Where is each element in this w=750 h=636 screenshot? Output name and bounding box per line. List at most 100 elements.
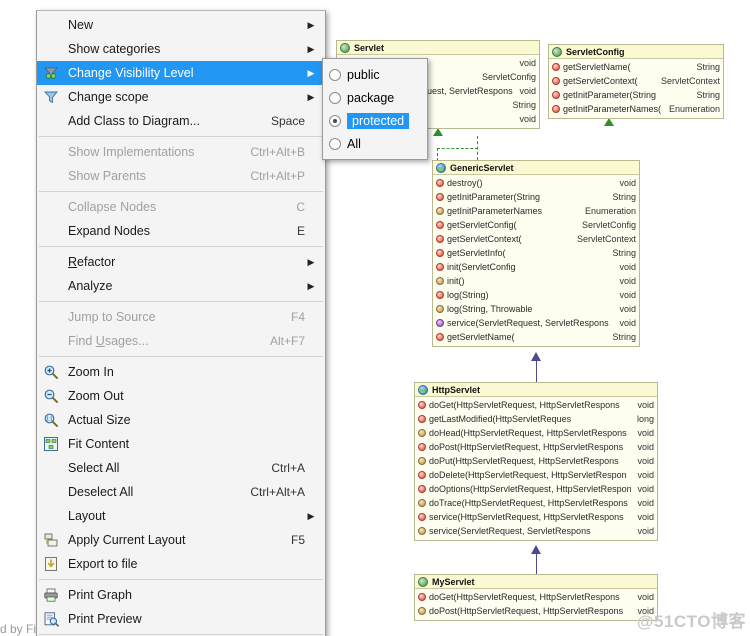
uml-member-row[interactable]: doGet(HttpServletRequest, HttpServletRes…: [415, 590, 657, 604]
menu-item-add-class-to-diagram[interactable]: Add Class to Diagram... Space: [37, 109, 325, 133]
fit-content-icon: [39, 433, 63, 455]
menu-item-layout[interactable]: Layout ▶: [37, 504, 325, 528]
menu-item-refactor[interactable]: Refactor ▶: [37, 250, 325, 274]
menu-item-change-visibility-level[interactable]: Change Visibility Level ▶: [37, 61, 325, 85]
menu-item-zoom-out[interactable]: Zoom Out: [37, 384, 325, 408]
radio-button-icon[interactable]: [329, 114, 341, 127]
menu-item-zoom-in[interactable]: Zoom In: [37, 360, 325, 384]
uml-member-list: getServletName(String getServletContext(S…: [549, 59, 723, 118]
uml-member-row[interactable]: doPost(HttpServletRequest, HttpServletRe…: [415, 440, 657, 454]
uml-member-row[interactable]: destroy() void: [433, 176, 639, 190]
uml-class-genericservlet[interactable]: GenericServlet destroy() void getInitParame…: [432, 160, 640, 347]
visibility-level-submenu[interactable]: public package protected All: [322, 58, 428, 160]
uml-member-row[interactable]: log(String, Throwable void: [433, 302, 639, 316]
uml-member-row[interactable]: doGet(HttpServletRequest, HttpServletRes…: [415, 398, 657, 412]
uml-class-httpservlet[interactable]: HttpServlet doGet(HttpServletRequest, Htt…: [414, 382, 658, 541]
menu-separator: [39, 301, 323, 302]
menu-item-icon-slot: [39, 275, 63, 297]
menu-item-deselect-all[interactable]: Deselect All Ctrl+Alt+A: [37, 480, 325, 504]
edge-httpservlet-extends-genericservlet: [536, 360, 537, 384]
uml-member-row[interactable]: getLastModified(HttpServletReques long: [415, 412, 657, 426]
method-icon: [418, 471, 426, 479]
menu-item-new[interactable]: New ▶: [37, 13, 325, 37]
uml-member-row[interactable]: doPost(HttpServletRequest, HttpServletRe…: [415, 604, 657, 618]
uml-member-row[interactable]: getInitParameterNames(Enumeration: [549, 102, 723, 116]
uml-member-row[interactable]: doPut(HttpServletRequest, HttpServletRes…: [415, 454, 657, 468]
uml-class-header[interactable]: MyServlet: [415, 575, 657, 589]
uml-member-row[interactable]: getServletContext(ServletContext: [549, 74, 723, 88]
uml-member-row[interactable]: service(ServletRequest, ServletRespons vo…: [415, 524, 657, 538]
uml-member-row[interactable]: service(ServletRequest, ServletRespons vo…: [433, 316, 639, 330]
uml-class-name: MyServlet: [432, 576, 475, 587]
uml-member-row[interactable]: doOptions(HttpServletRequest, HttpServle…: [415, 482, 657, 496]
method-icon: [436, 291, 444, 299]
visibility-option-package[interactable]: package: [323, 86, 427, 109]
uml-member-return-type: String: [612, 248, 636, 258]
visibility-option-label: package: [347, 90, 395, 105]
uml-member-signature: service(HttpServletRequest, HttpServletR…: [429, 512, 624, 522]
uml-member-return-type: String: [512, 100, 536, 110]
menu-item-label: Export to file: [68, 557, 138, 571]
uml-member-return-type: String: [612, 192, 636, 202]
filter-funnel-icon: [39, 86, 63, 108]
uml-member-row[interactable]: doTrace(HttpServletRequest, HttpServletR…: [415, 496, 657, 510]
uml-member-row[interactable]: init(ServletConfig void: [433, 260, 639, 274]
visibility-option-protected[interactable]: protected: [323, 109, 427, 132]
menu-separator: [39, 191, 323, 192]
diagram-context-menu[interactable]: New ▶ Show categories ▶ Change Visibility Le…: [36, 10, 326, 636]
menu-item-print-graph[interactable]: Print Graph: [37, 583, 325, 607]
uml-member-signature: doDelete(HttpServletRequest, HttpServlet…: [429, 470, 627, 480]
uml-class-servletconfig[interactable]: ServletConfig getServletName(String getSer…: [548, 44, 724, 119]
uml-member-return-type: ServletContext: [576, 234, 636, 244]
menu-item-label: Show categories: [68, 42, 161, 56]
menu-item-label: Analyze: [68, 279, 113, 293]
uml-member-row[interactable]: getServletConfig(ServletConfig: [433, 218, 639, 232]
radio-button-icon[interactable]: [329, 137, 341, 150]
radio-button-icon[interactable]: [329, 91, 341, 104]
method-icon: [418, 415, 426, 423]
menu-item-print-preview[interactable]: Print Preview: [37, 607, 325, 631]
uml-member-signature: doGet(HttpServletRequest, HttpServletRes…: [429, 592, 620, 602]
uml-member-row[interactable]: getServletName(String: [549, 60, 723, 74]
menu-item-show-categories[interactable]: Show categories ▶: [37, 37, 325, 61]
menu-item-label: Show Parents: [68, 169, 146, 183]
uml-class-myservlet[interactable]: MyServlet doGet(HttpServletRequest, HttpS…: [414, 574, 658, 621]
menu-item-select-all[interactable]: Select All Ctrl+A: [37, 456, 325, 480]
menu-item-actual-size[interactable]: 1:1 Actual Size: [37, 408, 325, 432]
uml-member-row[interactable]: getInitParameter(String String: [433, 190, 639, 204]
uml-member-row[interactable]: service(HttpServletRequest, HttpServletR…: [415, 510, 657, 524]
method-icon: [418, 527, 426, 535]
uml-member-row[interactable]: getInitParameter(String String: [549, 88, 723, 102]
visibility-option-public[interactable]: public: [323, 63, 427, 86]
uml-member-row[interactable]: log(String) void: [433, 288, 639, 302]
uml-member-return-type: void: [619, 178, 636, 188]
submenu-arrow-icon: ▶: [307, 280, 315, 291]
visibility-option-all[interactable]: All: [323, 132, 427, 155]
method-icon: [436, 221, 444, 229]
uml-member-row[interactable]: getServletInfo(String: [433, 246, 639, 260]
menu-item-export-to-file[interactable]: Export to file: [37, 552, 325, 576]
menu-item-expand-nodes[interactable]: Expand Nodes E: [37, 219, 325, 243]
uml-class-header[interactable]: HttpServlet: [415, 383, 657, 397]
menu-item-analyze[interactable]: Analyze ▶: [37, 274, 325, 298]
uml-member-row[interactable]: getServletName(String: [433, 330, 639, 344]
menu-item-fit-content[interactable]: Fit Content: [37, 432, 325, 456]
uml-member-row[interactable]: getServletContext(ServletContext: [433, 232, 639, 246]
uml-member-row[interactable]: doHead(HttpServletRequest, HttpServletRe…: [415, 426, 657, 440]
menu-item-find-usages: Find Usages... Alt+F7: [37, 329, 325, 353]
uml-member-return-type: void: [637, 470, 654, 480]
uml-class-header[interactable]: Servlet: [337, 41, 539, 55]
uml-class-header[interactable]: ServletConfig: [549, 45, 723, 59]
uml-member-row[interactable]: init() void: [433, 274, 639, 288]
menu-item-icon-slot: [39, 481, 63, 503]
uml-member-row[interactable]: getInitParameterNames Enumeration: [433, 204, 639, 218]
uml-member-signature: doOptions(HttpServletRequest, HttpServle…: [429, 484, 632, 494]
menu-item-apply-current-layout[interactable]: Apply Current Layout F5: [37, 528, 325, 552]
arrow-implements-servletconfig-icon: [604, 118, 614, 126]
menu-item-change-scope[interactable]: Change scope ▶: [37, 85, 325, 109]
uml-member-row[interactable]: doDelete(HttpServletRequest, HttpServlet…: [415, 468, 657, 482]
uml-class-header[interactable]: GenericServlet: [433, 161, 639, 175]
uml-member-return-type: void: [519, 86, 536, 96]
radio-button-icon[interactable]: [329, 68, 341, 81]
menu-item-icon-slot: [39, 457, 63, 479]
